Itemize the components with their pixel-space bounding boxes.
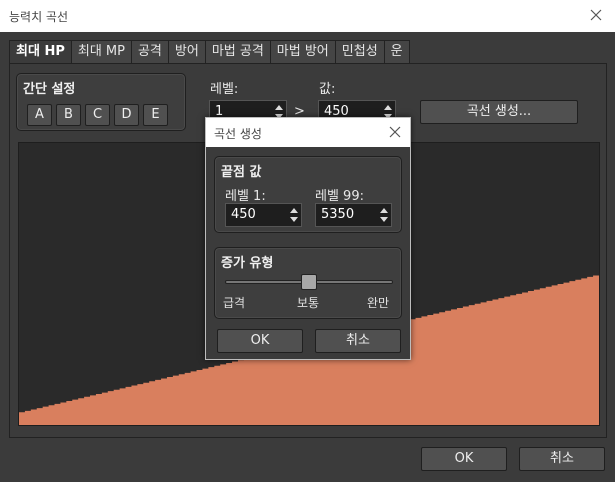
window-titlebar: 능력치 곡선	[0, 0, 615, 32]
growth-type-title: 증가 유형	[221, 256, 274, 271]
ok-button[interactable]: OK	[421, 447, 507, 471]
level99-value: 5350	[321, 207, 355, 222]
close-icon[interactable]	[587, 6, 605, 24]
value-label: 값:	[319, 82, 336, 97]
tab-attack[interactable]: 공격	[130, 40, 168, 64]
cancel-button[interactable]: 취소	[519, 447, 605, 471]
dialog-close-icon[interactable]	[388, 125, 402, 139]
spin-arrows-icon[interactable]	[379, 206, 389, 224]
tab-defense[interactable]: 방어	[167, 40, 205, 64]
endpoint-values-group: 끝점 값 레벨 1: 레벨 99: 450 5350	[214, 156, 402, 233]
preset-row: A B C D E	[27, 104, 168, 126]
level-label: 레벨:	[210, 82, 239, 97]
level1-spinbox[interactable]: 450	[225, 203, 302, 227]
growth-label-steep: 급격	[223, 296, 246, 310]
tab-magic-defense[interactable]: 마법 방어	[269, 40, 335, 64]
tab-agility[interactable]: 민첩성	[334, 40, 384, 64]
growth-slider-thumb[interactable]	[301, 274, 317, 290]
dialog-ok-button[interactable]: OK	[217, 329, 303, 353]
level1-label: 레벨 1:	[225, 189, 266, 204]
preset-c-button[interactable]: C	[85, 104, 110, 126]
generate-curve-button[interactable]: 곡선 생성...	[420, 100, 578, 124]
tab-magic-attack[interactable]: 마법 공격	[204, 40, 270, 64]
preset-d-button[interactable]: D	[114, 104, 139, 126]
endpoint-values-title: 끝점 값	[221, 165, 262, 180]
preset-e-button[interactable]: E	[143, 104, 168, 126]
tab-max-mp[interactable]: 최대 MP	[70, 40, 131, 64]
level1-value: 450	[231, 207, 256, 222]
growth-label-normal: 보통	[297, 296, 320, 310]
preset-a-button[interactable]: A	[27, 104, 52, 126]
preset-b-button[interactable]: B	[56, 104, 81, 126]
tab-max-hp[interactable]: 최대 HP	[9, 40, 71, 65]
level99-spinbox[interactable]: 5350	[315, 203, 392, 227]
dialog-titlebar: 곡선 생성	[206, 118, 410, 147]
spin-arrows-icon[interactable]	[289, 206, 299, 224]
growth-type-group: 증가 유형 급격 보통 완만	[214, 247, 402, 319]
quick-settings-title: 간단 설정	[23, 82, 76, 97]
dialog-cancel-button[interactable]: 취소	[315, 329, 401, 353]
quick-settings-group: 간단 설정 A B C D E	[16, 73, 186, 131]
generate-curve-dialog: 곡선 생성 끝점 값 레벨 1: 레벨 99: 450 5350 증가 유형 급…	[205, 117, 411, 360]
window-title: 능력치 곡선	[9, 10, 69, 24]
growth-label-gentle: 완만	[367, 296, 390, 310]
tab-luck[interactable]: 운	[383, 40, 410, 64]
tab-bar: 최대 HP 최대 MP 공격 방어 마법 공격 마법 방어 민첩성 운	[9, 40, 410, 65]
level99-label: 레벨 99:	[315, 189, 364, 204]
dialog-title: 곡선 생성	[214, 127, 262, 141]
